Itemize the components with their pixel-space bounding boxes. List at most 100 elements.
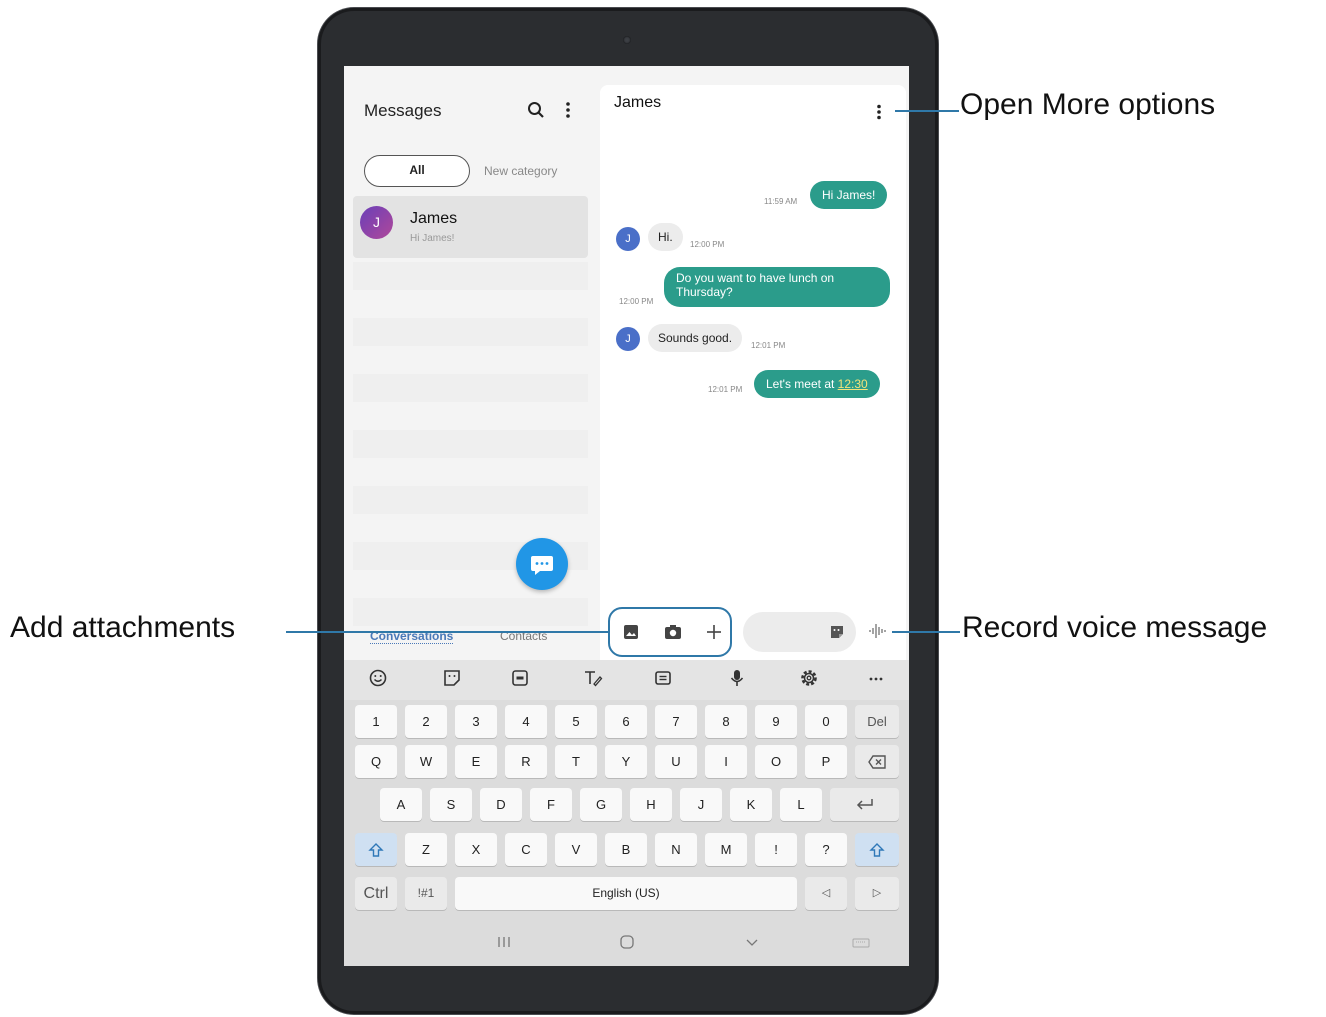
- backspace-key[interactable]: [855, 745, 899, 778]
- more-options-icon[interactable]: [565, 101, 571, 124]
- message-timestamp: 12:01 PM: [751, 341, 786, 350]
- key-e[interactable]: E: [455, 745, 497, 778]
- key-d[interactable]: D: [480, 788, 522, 821]
- chat-more-options-icon[interactable]: [876, 104, 882, 125]
- key-v[interactable]: V: [555, 833, 597, 866]
- chat-contact-name: James: [614, 94, 662, 111]
- sticker-icon[interactable]: [829, 624, 845, 645]
- outgoing-message[interactable]: Do you want to have lunch on Thursday?: [664, 267, 890, 307]
- list-stripe: [353, 486, 588, 514]
- avatar: J: [616, 227, 640, 251]
- key-l[interactable]: L: [780, 788, 822, 821]
- key-y[interactable]: Y: [605, 745, 647, 778]
- key-j[interactable]: J: [680, 788, 722, 821]
- filter-all-chip[interactable]: All: [364, 155, 470, 187]
- voice-wave-icon[interactable]: [868, 621, 888, 646]
- outgoing-message[interactable]: Hi James!: [810, 181, 888, 209]
- key-1[interactable]: 1: [355, 705, 397, 738]
- time-link[interactable]: 12:30: [838, 377, 868, 391]
- key-t[interactable]: T: [555, 745, 597, 778]
- key-k[interactable]: K: [730, 788, 772, 821]
- key-h[interactable]: H: [630, 788, 672, 821]
- settings-icon[interactable]: [799, 668, 825, 692]
- message-timestamp: 11:59 AM: [764, 197, 798, 206]
- keyboard-switch-icon[interactable]: [851, 934, 871, 955]
- key-b[interactable]: B: [605, 833, 647, 866]
- key-o[interactable]: O: [755, 745, 797, 778]
- back-icon[interactable]: [744, 934, 760, 955]
- key-p[interactable]: P: [805, 745, 847, 778]
- key-u[interactable]: U: [655, 745, 697, 778]
- key-exclamation[interactable]: !: [755, 833, 797, 866]
- home-icon[interactable]: [619, 934, 635, 955]
- key-4[interactable]: 4: [505, 705, 547, 738]
- list-stripe: [353, 374, 588, 402]
- plus-icon[interactable]: [705, 623, 723, 646]
- delete-key[interactable]: Del: [855, 705, 899, 738]
- key-question[interactable]: ?: [805, 833, 847, 866]
- enter-icon: [856, 799, 873, 810]
- recents-icon[interactable]: [497, 934, 511, 955]
- key-5[interactable]: 5: [555, 705, 597, 738]
- conversation-name: James: [410, 210, 458, 227]
- key-x[interactable]: X: [455, 833, 497, 866]
- list-stripe: [353, 262, 588, 290]
- key-w[interactable]: W: [405, 745, 447, 778]
- gallery-icon[interactable]: [623, 624, 639, 645]
- message-timestamp: 12:00 PM: [690, 240, 725, 249]
- shift-key-right[interactable]: [855, 833, 899, 866]
- enter-key[interactable]: [830, 788, 899, 821]
- compose-message-button[interactable]: [516, 538, 568, 590]
- handwriting-icon[interactable]: [583, 668, 609, 692]
- cursor-left-key[interactable]: ◁: [805, 877, 847, 910]
- key-m[interactable]: M: [705, 833, 747, 866]
- filter-new-category[interactable]: New category: [484, 164, 557, 178]
- shift-key-left[interactable]: [355, 833, 397, 866]
- ctrl-key[interactable]: Ctrl: [355, 877, 397, 910]
- key-q[interactable]: Q: [355, 745, 397, 778]
- message-text: Let's meet at: [766, 377, 838, 391]
- mic-icon[interactable]: [727, 668, 753, 692]
- avatar: J: [360, 206, 393, 239]
- space-key[interactable]: English (US): [455, 877, 797, 910]
- key-i[interactable]: I: [705, 745, 747, 778]
- callout-line: [286, 631, 608, 633]
- shift-icon: [368, 843, 384, 857]
- symbols-key[interactable]: !#1: [405, 877, 447, 910]
- key-0[interactable]: 0: [805, 705, 847, 738]
- key-2[interactable]: 2: [405, 705, 447, 738]
- emoji-icon[interactable]: [368, 668, 394, 692]
- key-z[interactable]: Z: [405, 833, 447, 866]
- outgoing-message[interactable]: Let's meet at 12:30: [754, 370, 880, 398]
- app-title: Messages: [364, 101, 442, 120]
- compose-message-icon: [531, 556, 553, 575]
- conversation-preview: Hi James!: [410, 233, 455, 244]
- incoming-message[interactable]: Hi.: [648, 223, 683, 251]
- key-g[interactable]: G: [580, 788, 622, 821]
- key-a[interactable]: A: [380, 788, 422, 821]
- gif-icon[interactable]: [510, 668, 536, 692]
- sticker-icon[interactable]: [442, 668, 468, 692]
- message-line: Do you want to have lunch on: [676, 271, 835, 285]
- clipboard-icon[interactable]: [653, 668, 679, 692]
- key-r[interactable]: R: [505, 745, 547, 778]
- key-3[interactable]: 3: [455, 705, 497, 738]
- incoming-message[interactable]: Sounds good.: [648, 324, 743, 352]
- key-8[interactable]: 8: [705, 705, 747, 738]
- callout-line: [895, 110, 959, 112]
- camera-icon[interactable]: [664, 624, 682, 645]
- key-9[interactable]: 9: [755, 705, 797, 738]
- key-6[interactable]: 6: [605, 705, 647, 738]
- key-7[interactable]: 7: [655, 705, 697, 738]
- shift-icon: [869, 843, 885, 857]
- key-s[interactable]: S: [430, 788, 472, 821]
- cursor-right-key[interactable]: ▷: [855, 877, 899, 910]
- callout-more-options: Open More options: [960, 88, 1216, 121]
- key-c[interactable]: C: [505, 833, 547, 866]
- message-line: Thursday?: [676, 285, 733, 299]
- key-f[interactable]: F: [530, 788, 572, 821]
- key-n[interactable]: N: [655, 833, 697, 866]
- more-icon[interactable]: [866, 668, 892, 692]
- list-stripe: [353, 430, 588, 458]
- search-icon[interactable]: [527, 101, 545, 124]
